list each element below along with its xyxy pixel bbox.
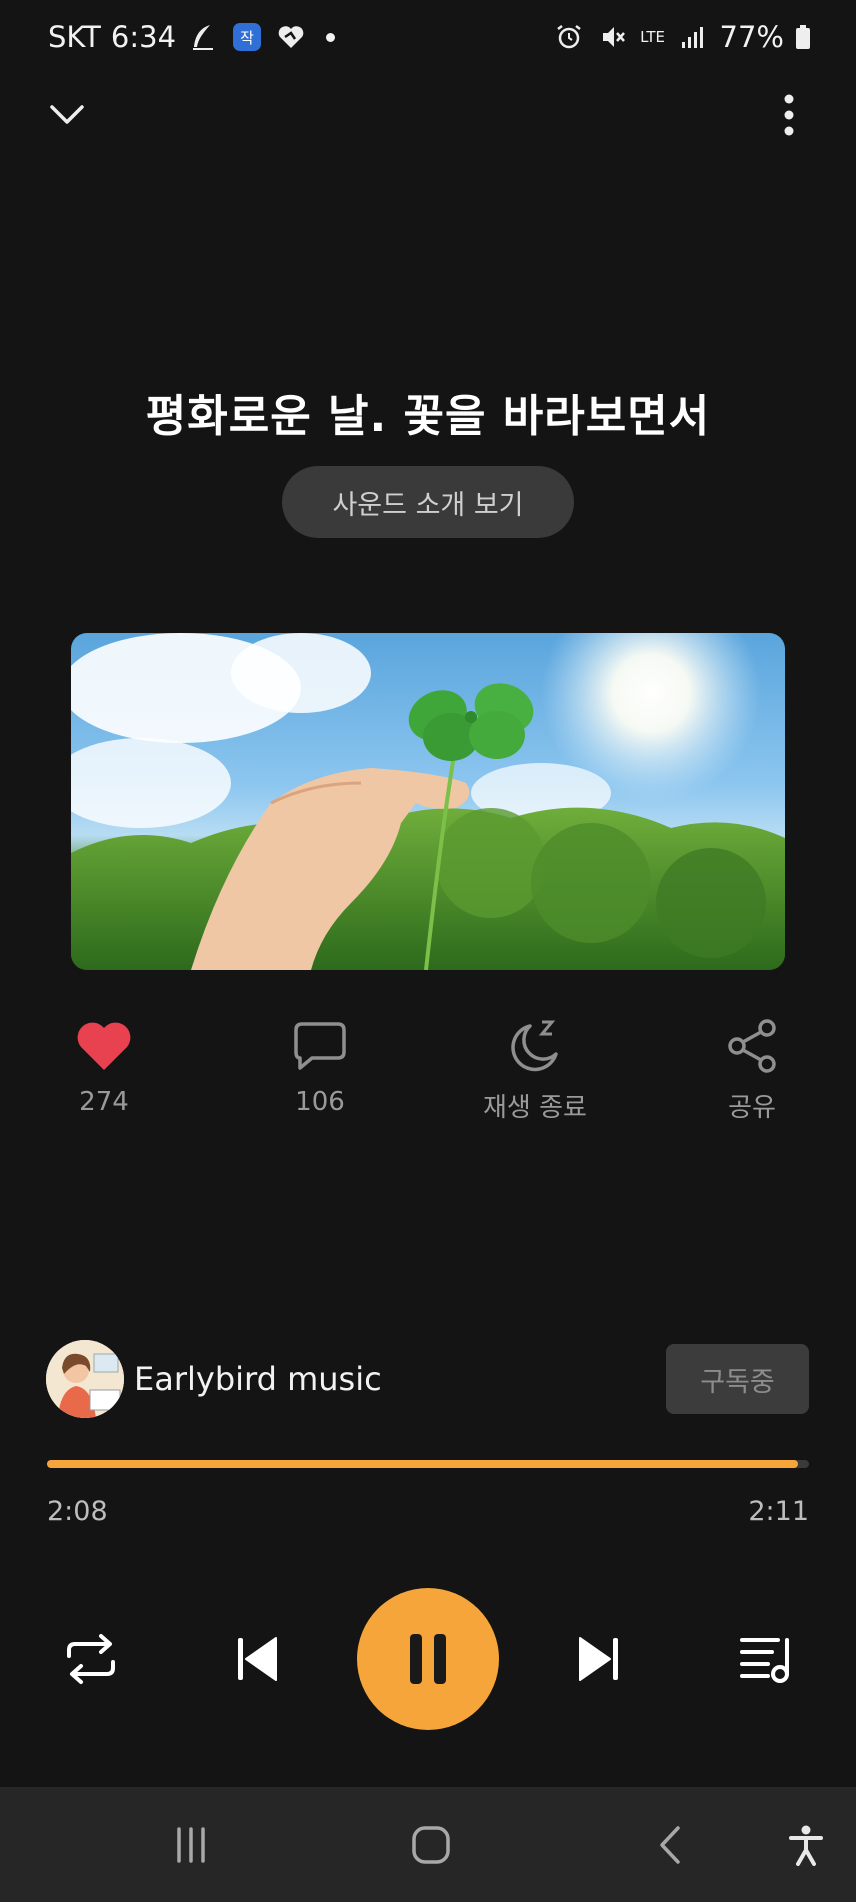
back-icon[interactable] bbox=[650, 1815, 690, 1875]
sound-intro-button[interactable]: 사운드 소개 보기 bbox=[282, 466, 574, 538]
pause-button[interactable] bbox=[357, 1588, 499, 1730]
sleep-timer-label: 재생 종료 bbox=[483, 1093, 587, 1123]
battery-percent: 77% bbox=[719, 20, 784, 54]
sleep-timer-action[interactable]: 재생 종료 bbox=[450, 1015, 620, 1124]
like-count: 274 bbox=[79, 1087, 129, 1117]
app-badge-icon: 작 bbox=[230, 20, 264, 54]
mute-icon bbox=[596, 20, 630, 54]
like-action[interactable]: 274 bbox=[19, 1015, 189, 1117]
clock: 6:34 bbox=[110, 20, 177, 54]
recent-apps-icon[interactable] bbox=[168, 1815, 214, 1875]
share-icon[interactable] bbox=[667, 1015, 837, 1077]
progress-fill bbox=[47, 1460, 798, 1468]
svg-text:작: 작 bbox=[240, 29, 254, 47]
alarm-icon bbox=[552, 20, 586, 54]
more-vertical-icon[interactable] bbox=[764, 90, 814, 140]
notification-dot bbox=[326, 32, 336, 42]
heart-hand-icon bbox=[274, 20, 308, 54]
pause-icon bbox=[410, 1634, 446, 1684]
elapsed-time: 2:08 bbox=[47, 1496, 108, 1527]
status-bar: SKT 6:34 작 LTE 77% bbox=[0, 0, 856, 80]
track-title: 평화로운 날. 꽃을 바라보면서 bbox=[145, 391, 711, 442]
network-label: LTE bbox=[640, 28, 665, 46]
heart-icon[interactable] bbox=[19, 1015, 189, 1077]
artist-name[interactable]: Earlybird music bbox=[134, 1360, 382, 1398]
chevron-down-icon[interactable] bbox=[42, 90, 92, 140]
comment-icon[interactable] bbox=[235, 1015, 405, 1077]
feather-icon bbox=[186, 20, 220, 54]
carrier-label: SKT bbox=[48, 20, 101, 54]
subscribe-button[interactable]: 구독중 bbox=[666, 1344, 809, 1414]
moon-sleep-icon[interactable] bbox=[450, 1015, 620, 1077]
system-nav-bar bbox=[0, 1787, 856, 1902]
home-icon[interactable] bbox=[408, 1815, 454, 1875]
share-label: 공유 bbox=[728, 1093, 776, 1123]
signal-icon bbox=[676, 20, 710, 54]
accessibility-icon[interactable] bbox=[786, 1815, 826, 1875]
next-track-icon[interactable] bbox=[570, 1628, 628, 1690]
album-artwork bbox=[71, 633, 785, 970]
repeat-icon[interactable] bbox=[58, 1628, 124, 1690]
playlist-icon[interactable] bbox=[734, 1628, 798, 1690]
comment-count: 106 bbox=[295, 1087, 345, 1117]
battery-icon bbox=[794, 20, 812, 54]
share-action[interactable]: 공유 bbox=[667, 1015, 837, 1124]
total-duration: 2:11 bbox=[748, 1496, 809, 1527]
previous-track-icon[interactable] bbox=[228, 1628, 286, 1690]
comment-action[interactable]: 106 bbox=[235, 1015, 405, 1117]
progress-bar[interactable] bbox=[47, 1460, 809, 1468]
avatar[interactable] bbox=[46, 1340, 124, 1418]
